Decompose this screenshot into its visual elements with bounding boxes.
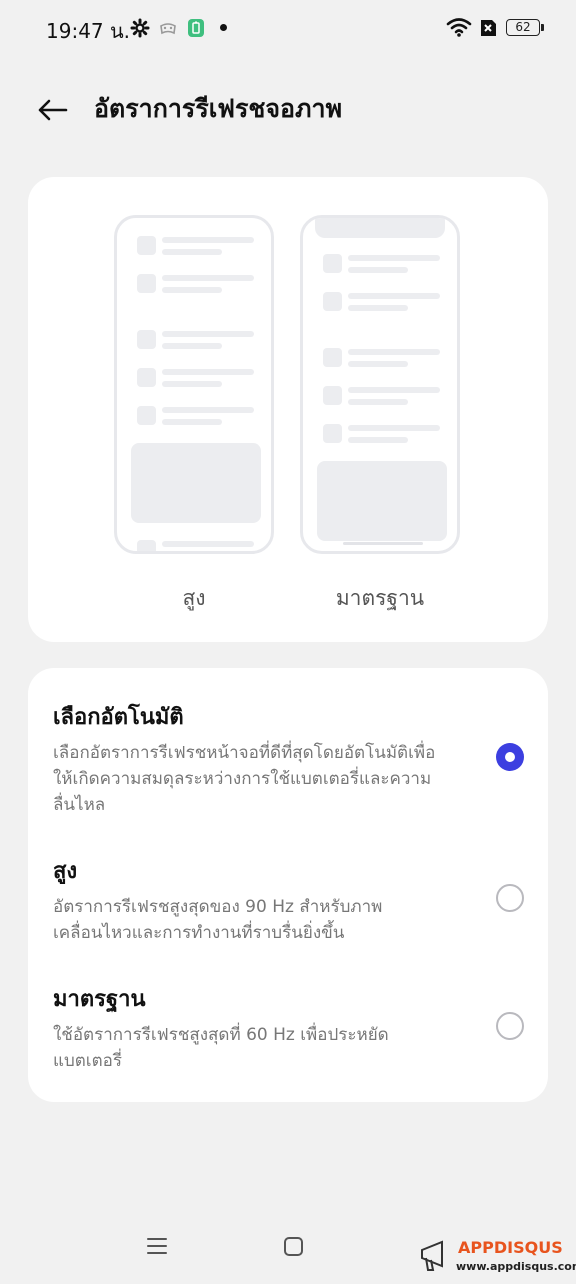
status-bar: 19:47 น. 62: [0, 0, 576, 60]
watermark-brand: APPDISQUS: [458, 1238, 563, 1257]
menu-icon[interactable]: [146, 1235, 168, 1257]
option-title: สูง: [53, 859, 78, 884]
option-description: เลือกอัตราการรีเฟรชหน้าจอที่ดีที่สุดโดยอ…: [53, 743, 436, 815]
back-arrow-icon[interactable]: [34, 92, 70, 128]
status-time: 19:47 น.: [46, 19, 131, 43]
refresh-rate-preview-card: สูง มาตรฐาน: [28, 177, 548, 642]
battery-saver-icon: [188, 19, 204, 37]
page-title: อัตราการรีเฟรชจอภาพ: [94, 94, 343, 123]
preview-list-item: [323, 254, 448, 274]
preview-list-item: [137, 330, 262, 350]
preview-list-item: [323, 386, 448, 406]
option-description: ใช้อัตราการรีเฟรชสูงสุดที่ 60 Hz เพื่อปร…: [53, 1025, 389, 1071]
radio-auto[interactable]: [496, 743, 524, 771]
phone-preview-high[interactable]: [114, 215, 274, 554]
preview-home-indicator: [343, 542, 423, 545]
notification-dot-icon: [220, 24, 227, 31]
preview-list-item: [323, 424, 448, 444]
preview-block: [317, 461, 447, 541]
phone-preview-standard[interactable]: [300, 215, 460, 554]
preview-list-item: [323, 348, 448, 368]
option-high[interactable]: สูง อัตราการรีเฟรชสูงสุดของ 90 Hz สำหรับ…: [28, 856, 548, 952]
preview-label-standard: มาตรฐาน: [335, 586, 425, 610]
preview-block: [131, 443, 261, 523]
preview-status-bar: [315, 218, 445, 238]
preview-list-item: [137, 368, 262, 388]
option-title: เลือกอัตโนมัติ: [53, 705, 184, 730]
preview-label-high: สูง: [182, 586, 206, 610]
radio-high[interactable]: [496, 884, 524, 912]
preview-list-item: [137, 540, 262, 551]
no-sim-icon: [481, 20, 496, 36]
battery-icon: 62: [506, 19, 544, 36]
watermark-logo: APPDISQUS www.appdisqus.com: [418, 1236, 576, 1276]
preview-list-item: [137, 274, 262, 294]
wifi-icon: [446, 18, 472, 37]
watermark-url: www.appdisqus.com: [456, 1260, 576, 1273]
game-icon: [160, 23, 176, 35]
option-description: อัตราการรีเฟรชสูงสุดของ 90 Hz สำหรับภาพเ…: [53, 897, 383, 943]
option-auto[interactable]: เลือกอัตโนมัติ เลือกอัตราการรีเฟรชหน้าจอ…: [28, 702, 548, 822]
preview-list-item: [323, 292, 448, 312]
gear-icon: [130, 18, 150, 38]
preview-list-item: [137, 236, 262, 256]
preview-list-item: [137, 406, 262, 426]
watermark-megaphone-icon: [421, 1240, 443, 1271]
home-icon[interactable]: [284, 1237, 303, 1256]
refresh-rate-options-card: เลือกอัตโนมัติ เลือกอัตราการรีเฟรชหน้าจอ…: [28, 668, 548, 1102]
radio-standard[interactable]: [496, 1012, 524, 1040]
option-standard[interactable]: มาตรฐาน ใช้อัตราการรีเฟรชสูงสุดที่ 60 Hz…: [28, 984, 548, 1080]
option-title: มาตรฐาน: [53, 987, 146, 1012]
